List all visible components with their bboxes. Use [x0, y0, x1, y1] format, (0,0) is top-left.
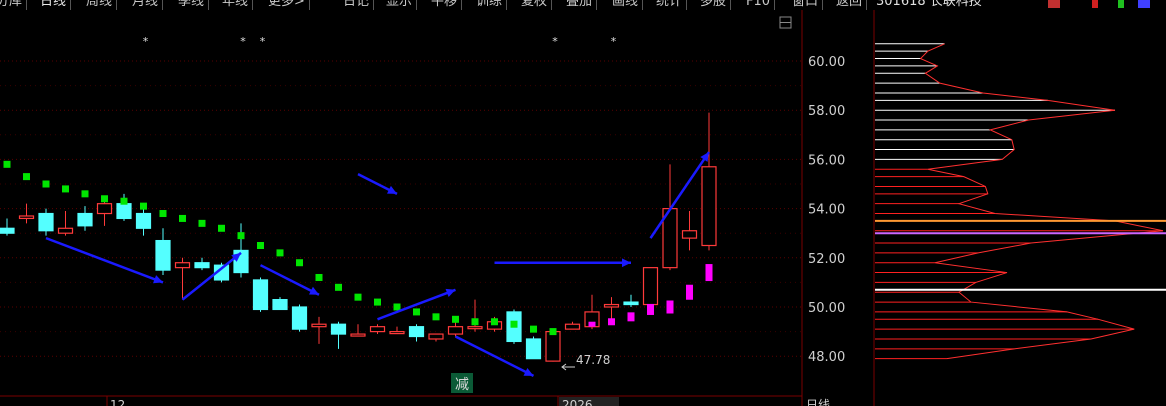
signal-green-marker	[452, 315, 459, 323]
signal-green-marker	[23, 173, 30, 181]
candle-body	[57, 227, 74, 234]
candle-body	[564, 323, 581, 330]
signal-green-marker	[218, 224, 225, 232]
price-tick-label: 58.00	[808, 104, 845, 119]
low-price-pointer	[561, 363, 575, 371]
signal-green-marker	[432, 313, 440, 321]
star-marker: *	[143, 35, 149, 48]
signal-green-marker	[530, 325, 537, 333]
price-tick-label: 56.00	[808, 153, 845, 168]
signal-green-marker	[62, 185, 69, 193]
candle-body	[330, 323, 347, 335]
candle-body	[408, 326, 425, 338]
signal-green-marker	[296, 259, 303, 267]
star-marker: *	[240, 35, 246, 48]
signal-green-marker	[179, 214, 186, 222]
star-marker: *	[611, 35, 617, 48]
date-label-12: 12	[110, 398, 125, 406]
signal-magenta-marker	[666, 300, 674, 314]
candle-body	[311, 323, 327, 328]
reduce-badge: 减	[455, 377, 469, 393]
price-axis: 60.00 58.00 56.00 54.00 52.00 50.00 48.00	[779, 10, 875, 406]
star-marker: *	[552, 35, 558, 48]
signal-green-marker	[3, 160, 11, 168]
candle-body	[389, 331, 405, 335]
signal-green-marker	[413, 308, 420, 316]
signal-green-marker	[510, 320, 518, 328]
signal-magenta-marker	[647, 303, 654, 315]
trend-arrow	[649, 151, 711, 239]
signal-green-marker	[42, 180, 50, 188]
signal-green-marker	[471, 318, 479, 326]
price-tick-label: 60.00	[808, 55, 845, 70]
price-tick-label: 48.00	[808, 350, 845, 365]
signal-green-marker	[159, 210, 167, 218]
candle-body	[135, 212, 152, 229]
candle-body	[38, 212, 54, 232]
annotation-arrows	[45, 151, 711, 377]
date-axis: 12 2026 日线	[0, 395, 830, 406]
signal-green-marker	[198, 219, 206, 227]
candle-body	[623, 301, 639, 306]
candle-body	[681, 230, 698, 239]
trend-arrow-head	[621, 258, 631, 268]
low-price-label: 47.78	[576, 353, 610, 367]
signal-green-marker	[257, 242, 264, 249]
candle-body	[174, 262, 191, 269]
candle-body	[252, 279, 269, 311]
signal-green-marker	[374, 298, 381, 306]
price-tick-label: 52.00	[808, 252, 845, 267]
date-label-2026: 2026	[562, 398, 593, 406]
signal-magenta-marker	[608, 318, 615, 326]
star-marker: *	[260, 35, 266, 48]
trend-arrow	[454, 335, 535, 377]
signal-green-marker	[101, 195, 108, 203]
signal-green-marker	[276, 249, 284, 257]
signal-green-marker	[393, 303, 401, 311]
signal-green-marker	[81, 190, 89, 198]
signal-green-marker	[491, 318, 498, 326]
candle-body	[545, 331, 561, 362]
candle-body	[369, 326, 386, 333]
price-tick-label: 50.00	[808, 301, 845, 316]
candle-body	[194, 262, 210, 269]
candle-body	[291, 306, 308, 330]
signal-green-marker	[549, 328, 557, 336]
trend-arrow	[181, 251, 242, 301]
candle-body	[447, 326, 464, 335]
candle-body	[116, 203, 132, 220]
signal-green-marker	[335, 283, 342, 291]
candle-body	[525, 338, 542, 360]
candle-body	[428, 333, 444, 340]
signal-markers: * * * * *	[3, 35, 713, 336]
signal-green-marker	[140, 202, 147, 210]
candle-body	[96, 203, 113, 215]
candle-body	[155, 239, 171, 271]
signal-green-marker	[237, 232, 245, 240]
period-label: 日线	[806, 398, 830, 406]
candlestick-chart[interactable]: * * * * * 60.00 58.00 56.00 54.00 52.00 50.00 48.0…	[0, 0, 1166, 406]
signal-green-marker	[120, 197, 128, 205]
trend-arrow	[259, 264, 320, 296]
candle-body	[77, 212, 93, 227]
candle-body	[0, 227, 15, 234]
candle-body	[701, 166, 717, 247]
candle-body	[467, 326, 483, 330]
candle-body	[603, 303, 620, 308]
signal-magenta-marker	[686, 284, 693, 300]
price-tick-label: 54.00	[808, 203, 845, 218]
candle-body	[642, 267, 659, 306]
signal-magenta-marker	[627, 312, 635, 322]
signal-green-marker	[315, 273, 323, 281]
signal-magenta-marker	[588, 321, 596, 327]
candle-body	[350, 333, 366, 337]
signal-green-marker	[354, 293, 362, 301]
candle-body	[272, 299, 288, 311]
signal-magenta-marker	[705, 264, 713, 282]
volume-profile	[875, 43, 1166, 360]
candle-body	[18, 215, 35, 220]
trend-arrow	[45, 236, 164, 284]
